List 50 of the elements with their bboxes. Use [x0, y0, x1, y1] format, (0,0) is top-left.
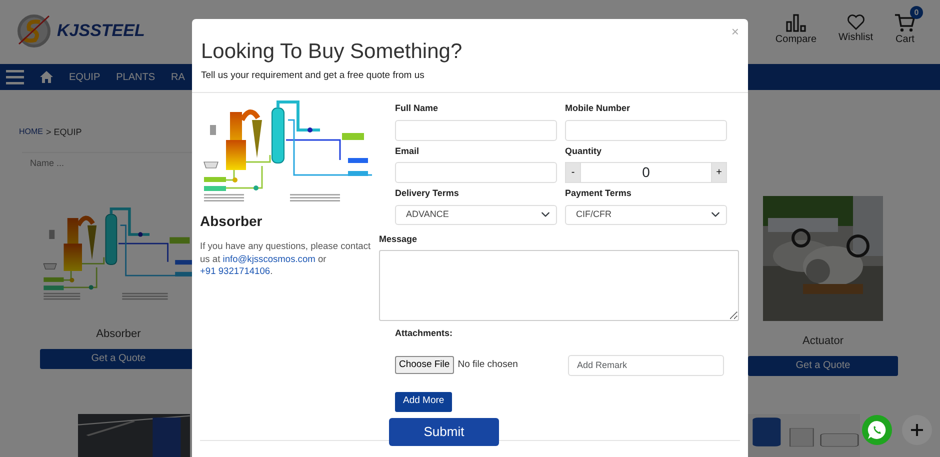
header-action-button[interactable]: Wishlist: [830, 6, 881, 46]
breadcrumb-text: > EQUIP: [46, 126, 82, 139]
field-label: Mobile Number: [565, 102, 632, 115]
whatsapp-button[interactable]: [862, 415, 892, 445]
quantity-field[interactable]: 0: [580, 162, 712, 183]
dropdown-field[interactable]: CIF/CFR: [565, 204, 727, 224]
add-more-button[interactable]: Add More: [395, 392, 452, 412]
text-field[interactable]: [395, 120, 557, 140]
field-label: Payment Terms: [565, 187, 632, 200]
breadcrumb-link[interactable]: HOME: [19, 126, 43, 140]
home-icon[interactable]: [40, 71, 53, 83]
phone-link[interactable]: +91 9321714106: [200, 266, 270, 276]
menu-icon[interactable]: [6, 69, 24, 85]
text-field[interactable]: [565, 120, 727, 140]
header-action-button[interactable]: Cart 0: [887, 6, 923, 46]
header-action-button[interactable]: Compare: [767, 6, 825, 46]
add-button[interactable]: [902, 415, 932, 445]
remark-field[interactable]: Add Remark: [568, 354, 724, 376]
dropdown-field[interactable]: ADVANCE: [395, 204, 557, 224]
cart-icon: [895, 14, 915, 32]
nav-link[interactable]: EQUIP: [69, 70, 100, 84]
product-name: Absorber: [96, 327, 141, 342]
field-label: Email: [395, 144, 420, 158]
product-name: Actuator: [802, 334, 844, 349]
cart-count-badge: 0: [910, 6, 923, 18]
get-quote-button[interactable]: Get a Quote: [748, 356, 898, 376]
bar-chart-icon: [786, 14, 806, 32]
plus-icon: [911, 424, 923, 436]
field-label: Delivery Terms: [395, 187, 460, 200]
field-label: Quantity: [565, 144, 603, 158]
file-status-text: No file chosen: [458, 358, 518, 372]
product-title: Absorber: [200, 212, 264, 231]
nav-link[interactable]: PLANTS: [116, 70, 156, 84]
modal-title: Looking To Buy Something?: [201, 39, 464, 64]
whatsapp-icon: [867, 420, 887, 440]
email-link[interactable]: info@kjsscosmos.com: [222, 254, 316, 264]
field-label: Full Name: [395, 102, 440, 115]
field-label: Message: [379, 232, 418, 246]
modal-subtitle: Tell us your requirement and get a free quote from us: [201, 69, 426, 84]
nav-link[interactable]: RA: [171, 70, 185, 84]
logo-icon: [15, 12, 53, 50]
text-field[interactable]: [395, 162, 557, 183]
heart-icon: [846, 14, 865, 30]
choose-file-button[interactable]: Choose File: [395, 356, 454, 374]
logo-text: KJSSTEEL: [57, 20, 145, 42]
message-field[interactable]: [379, 250, 739, 321]
decrement-button[interactable]: -: [565, 162, 581, 183]
increment-button[interactable]: +: [711, 162, 727, 183]
attachments-label: Attachments:: [395, 327, 454, 340]
submit-button[interactable]: Submit: [389, 418, 499, 446]
